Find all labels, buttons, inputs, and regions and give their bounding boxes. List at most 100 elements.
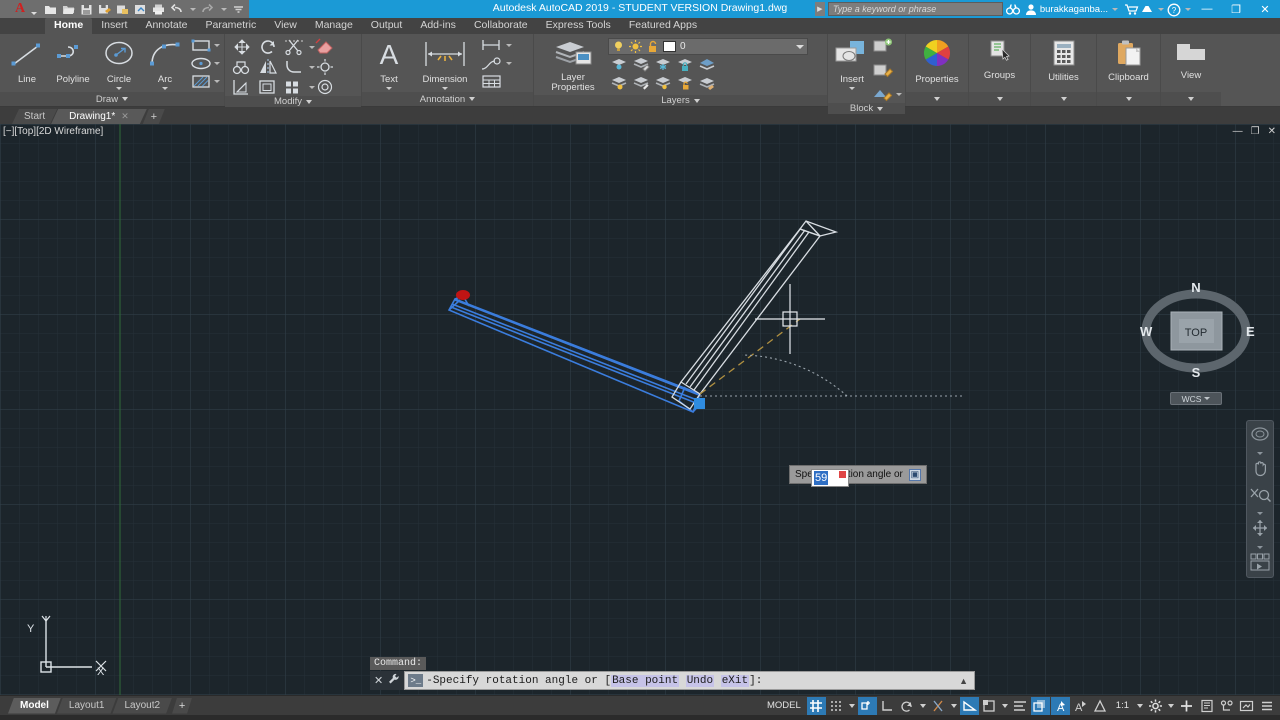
layout-tab-layout2[interactable]: Layout2	[112, 698, 172, 714]
screen-toggle-icon[interactable]	[1237, 697, 1256, 715]
chevron-down-icon[interactable]	[1185, 7, 1191, 11]
save-icon[interactable]	[80, 3, 93, 16]
insert-dropdown-icon[interactable]	[849, 87, 855, 90]
viewport-minimize-button[interactable]: —	[1233, 126, 1243, 137]
application-menu-button[interactable]: A	[0, 0, 40, 18]
isolate-objects-icon[interactable]	[1177, 697, 1196, 715]
panel-title-draw[interactable]: Draw	[0, 92, 224, 106]
text-button[interactable]: A Text	[366, 37, 412, 90]
chevron-down-icon[interactable]	[1158, 7, 1164, 11]
chevron-down-icon[interactable]	[1257, 546, 1263, 549]
search-expand-icon[interactable]: ▶	[814, 2, 825, 16]
utilities-button[interactable]: Utilities	[1035, 37, 1092, 83]
new-tab-button[interactable]: +	[143, 109, 165, 124]
autoscale-toggle[interactable]: A	[1071, 697, 1090, 715]
save-as-icon[interactable]	[98, 3, 111, 16]
panel-title-block[interactable]: Block	[828, 103, 905, 114]
properties-button[interactable]: Properties	[910, 37, 964, 85]
view-button[interactable]: View	[1165, 37, 1217, 81]
tab-parametric[interactable]: Parametric	[197, 18, 266, 34]
hatch-button[interactable]	[190, 73, 220, 90]
fillet-button[interactable]	[281, 58, 315, 76]
close-icon[interactable]: ✕	[121, 111, 129, 122]
close-window-button[interactable]: ✕	[1252, 0, 1278, 18]
scale-button[interactable]	[255, 78, 281, 96]
copy-button[interactable]	[229, 58, 255, 76]
layer-unlock-icon[interactable]	[676, 75, 694, 96]
circle-dropdown-icon[interactable]	[116, 87, 122, 90]
command-settings-wrench-icon[interactable]	[388, 673, 400, 688]
explode-button[interactable]	[315, 58, 335, 76]
array-button[interactable]	[281, 78, 315, 96]
layer-off-icon[interactable]	[610, 75, 628, 96]
dynamic-input-field[interactable]: 59	[811, 469, 849, 487]
table-button[interactable]	[480, 73, 512, 90]
panel-title-properties[interactable]	[906, 92, 968, 106]
view-cube[interactable]: TOP N S W E	[1135, 279, 1257, 379]
polyline-button[interactable]: Polyline	[50, 37, 96, 85]
command-input-bar[interactable]: >_ -Specify rotation angle or [Base poin…	[404, 671, 975, 690]
drawing-canvas[interactable]: Y X [−][Top][2D Wireframe] — ❐ ✕ TOP N S…	[0, 124, 1280, 695]
circle-button[interactable]: Circle	[96, 37, 142, 90]
layer-merge-icon[interactable]	[698, 56, 716, 77]
layer-unisolate-icon[interactable]	[632, 75, 650, 96]
showmotion-icon[interactable]	[1249, 552, 1271, 579]
insert-block-button[interactable]: Insert	[832, 37, 872, 90]
zoom-icon[interactable]	[1249, 486, 1272, 509]
wcs-selector[interactable]: WCS	[1170, 392, 1222, 405]
hatch-dropdown-icon[interactable]	[214, 80, 220, 83]
customize-qat-icon[interactable]	[232, 3, 245, 16]
chevron-down-icon[interactable]	[1257, 452, 1263, 455]
plot-preview-icon[interactable]	[116, 3, 129, 16]
binoculars-icon[interactable]	[1005, 3, 1020, 16]
file-tab-start[interactable]: Start	[12, 109, 57, 124]
layer-properties-button[interactable]: Layer Properties	[538, 37, 608, 93]
ellipse-button[interactable]	[190, 55, 220, 72]
snap-mode-toggle[interactable]	[827, 697, 846, 715]
tab-express-tools[interactable]: Express Tools	[537, 18, 620, 34]
move-button[interactable]	[229, 38, 255, 56]
panel-title-view[interactable]	[1161, 92, 1221, 106]
layer-delete-icon[interactable]	[698, 75, 716, 96]
layout-tab-layout1[interactable]: Layout1	[57, 698, 117, 714]
panel-title-modify[interactable]: Modify	[225, 96, 361, 107]
autodesk-store-icon[interactable]	[1124, 3, 1139, 16]
chevron-down-icon[interactable]	[796, 44, 804, 49]
command-expand-icon[interactable]: ▲	[959, 676, 974, 686]
undo-icon[interactable]	[170, 3, 183, 16]
layer-lock-icon[interactable]	[676, 56, 694, 77]
chevron-down-icon[interactable]	[1257, 512, 1263, 515]
command-close-icon[interactable]: ✕	[374, 674, 383, 687]
polar-dropdown-icon[interactable]	[919, 703, 926, 708]
layer-isolate-icon[interactable]	[610, 56, 628, 77]
new-icon[interactable]	[44, 3, 57, 16]
linear-dimension-dropdown-icon[interactable]	[506, 44, 512, 47]
offset-button[interactable]	[315, 78, 335, 96]
panel-title-layers[interactable]: Layers	[534, 95, 827, 106]
arc-dropdown-icon[interactable]	[162, 87, 168, 90]
tab-home[interactable]: Home	[45, 18, 93, 34]
annotation-scale-value[interactable]: 1:1	[1111, 697, 1134, 715]
lineweight-dropdown-icon[interactable]	[1001, 703, 1008, 708]
viewport-label[interactable]: [−][Top][2D Wireframe]	[3, 126, 103, 137]
text-dropdown-icon[interactable]	[386, 87, 392, 90]
lineweight-toggle[interactable]	[980, 697, 999, 715]
search-input[interactable]: Type a keyword or phrase	[827, 2, 1003, 16]
rectangle-dropdown-icon[interactable]	[214, 44, 220, 47]
tab-annotate[interactable]: Annotate	[136, 18, 196, 34]
viewport-close-button[interactable]: ✕	[1268, 126, 1276, 137]
groups-button[interactable]: Groups	[973, 37, 1026, 81]
annotation-scale-icon[interactable]	[1091, 697, 1110, 715]
edit-block-icon[interactable]	[872, 61, 902, 84]
layout-tab-model[interactable]: Model	[8, 698, 61, 714]
linear-dimension-button[interactable]	[480, 37, 512, 54]
publish-icon[interactable]	[134, 3, 147, 16]
hardware-acceleration-icon[interactable]	[1197, 697, 1216, 715]
grid-display-toggle[interactable]	[806, 696, 826, 715]
workspace-settings-icon[interactable]	[1146, 697, 1165, 715]
object-snap-toggle[interactable]	[929, 697, 948, 715]
object-snap-tracking-toggle[interactable]	[959, 696, 979, 715]
tab-add-ins[interactable]: Add-ins	[411, 18, 465, 34]
pan-hand-icon[interactable]	[1250, 458, 1270, 483]
customization-icon[interactable]	[1257, 697, 1276, 715]
